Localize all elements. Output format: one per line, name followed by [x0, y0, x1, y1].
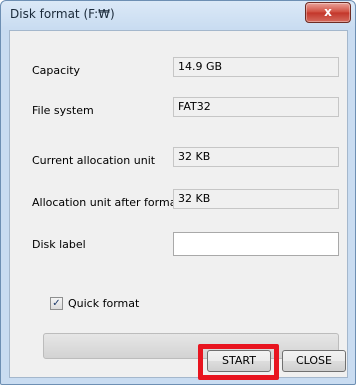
- current-allocation-unit-value: 32 KB: [173, 147, 339, 167]
- file-system-label: File system: [32, 104, 94, 117]
- disk-format-window: Disk format (F:₩) x Capacity 14.9 GB Fil…: [0, 0, 356, 385]
- window-title: Disk format (F:₩): [10, 7, 115, 21]
- capacity-value: 14.9 GB: [173, 57, 339, 77]
- current-allocation-unit-label: Current allocation unit: [32, 154, 156, 167]
- quick-format-label[interactable]: Quick format: [68, 297, 139, 310]
- disk-label-label: Disk label: [32, 238, 86, 251]
- dialog-body: Capacity 14.9 GB File system FAT32 Curre…: [9, 30, 348, 378]
- file-system-value: FAT32: [173, 97, 339, 117]
- start-button[interactable]: START: [207, 350, 271, 372]
- disk-label-input[interactable]: [173, 232, 339, 256]
- title-bar[interactable]: Disk format (F:₩) x: [1, 1, 355, 29]
- quick-format-checkbox[interactable]: ✓: [50, 297, 63, 310]
- allocation-unit-after-format-label: Allocation unit after format: [32, 196, 181, 209]
- close-button[interactable]: CLOSE: [282, 350, 346, 372]
- window-close-icon[interactable]: x: [305, 2, 351, 23]
- allocation-unit-after-format-value: 32 KB: [173, 189, 339, 209]
- capacity-label: Capacity: [32, 64, 81, 77]
